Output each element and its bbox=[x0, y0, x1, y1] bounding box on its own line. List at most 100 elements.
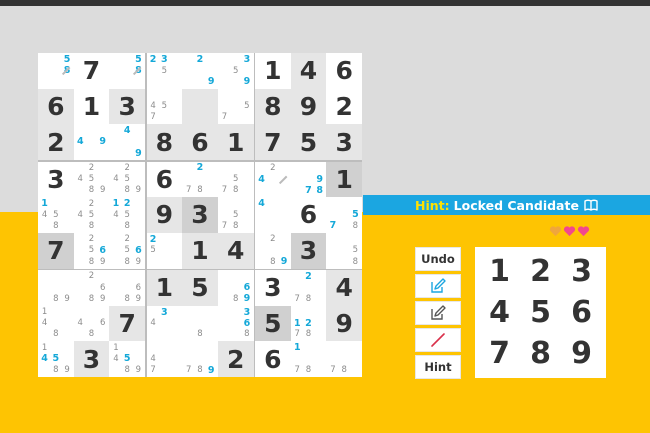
pencil-blue-button[interactable] bbox=[415, 274, 461, 298]
number-key[interactable]: 3 bbox=[561, 251, 602, 292]
number-key[interactable]: 1 bbox=[479, 251, 520, 292]
cell-b9-3[interactable]: 4 bbox=[326, 270, 362, 306]
cell-b9-6[interactable]: 9 bbox=[326, 305, 362, 342]
cell-b7-9[interactable]: 14589 bbox=[109, 341, 145, 377]
book-icon[interactable] bbox=[584, 199, 598, 211]
cell-b5-7[interactable]: 25 bbox=[147, 233, 183, 269]
number-key[interactable]: 5 bbox=[520, 292, 561, 333]
cell-b9-5[interactable]: 1278 bbox=[291, 306, 327, 342]
cell-b7-5[interactable]: 4 68 bbox=[74, 306, 110, 342]
cell-b4-5[interactable]: 2458 bbox=[74, 197, 110, 233]
number-key[interactable]: 4 bbox=[479, 292, 520, 333]
cell-b8-5[interactable]: 8 bbox=[182, 306, 218, 342]
cell-b4-2[interactable]: 24589 bbox=[74, 162, 110, 198]
cell-b1-9[interactable]: 49 bbox=[109, 124, 145, 160]
cell-b7-3[interactable]: 689 bbox=[109, 270, 145, 306]
cell-b6-4[interactable]: 4 bbox=[255, 197, 291, 233]
cell-b6-5[interactable]: 6 bbox=[291, 197, 327, 233]
cell-b6-6[interactable]: 5 7 8 bbox=[326, 197, 362, 233]
cell-b7-4[interactable]: 148 bbox=[38, 306, 74, 342]
candidate-slot bbox=[97, 329, 108, 340]
cell-b3-7[interactable]: 7 bbox=[255, 124, 291, 160]
cell-b2-6[interactable]: 57 bbox=[218, 89, 254, 125]
number-key[interactable]: 8 bbox=[520, 333, 561, 374]
strike-button[interactable] bbox=[415, 328, 461, 352]
cell-b5-8[interactable]: 1 bbox=[182, 232, 218, 269]
cell-b5-3[interactable]: 578 bbox=[218, 162, 254, 198]
cell-b9-1[interactable]: 3 bbox=[255, 270, 291, 306]
cell-b1-6[interactable]: 3 bbox=[109, 88, 145, 125]
cell-b9-4[interactable]: 5 bbox=[255, 305, 291, 342]
cell-b1-3[interactable]: 58 bbox=[109, 53, 145, 89]
cell-b4-8[interactable]: 25689 bbox=[74, 233, 110, 269]
cell-b5-2[interactable]: 278 bbox=[182, 162, 218, 198]
cell-b6-9[interactable]: 58 bbox=[326, 233, 362, 269]
cell-b2-9[interactable]: 1 bbox=[217, 124, 254, 160]
cell-b2-4[interactable]: 457 bbox=[147, 89, 183, 125]
cell-b4-7[interactable]: 7 bbox=[38, 232, 74, 269]
cell-b9-9[interactable]: 78 bbox=[326, 341, 362, 377]
cell-b4-1[interactable]: 3 bbox=[38, 162, 74, 198]
candidate-note: 1 bbox=[41, 342, 48, 353]
cell-b3-6[interactable]: 2 bbox=[326, 89, 362, 125]
cell-b8-1[interactable]: 1 bbox=[146, 270, 183, 306]
cell-b3-5[interactable]: 9 bbox=[290, 88, 327, 125]
cell-b8-8[interactable]: 789 bbox=[182, 341, 218, 377]
cell-b4-3[interactable]: 24589 bbox=[109, 162, 145, 198]
cell-b3-1[interactable]: 1 bbox=[255, 53, 291, 89]
cell-b5-4[interactable]: 9 bbox=[146, 197, 183, 233]
number-key[interactable]: 2 bbox=[520, 251, 561, 292]
cell-b2-2[interactable]: 29 bbox=[182, 53, 218, 89]
cell-b9-2[interactable]: 278 bbox=[291, 270, 327, 306]
cell-b8-9[interactable]: 2 bbox=[217, 341, 254, 377]
cell-b1-5[interactable]: 1 bbox=[74, 89, 110, 125]
cell-b8-7[interactable]: 47 bbox=[147, 341, 183, 377]
cell-b4-6[interactable]: 12458 bbox=[109, 197, 145, 233]
cell-b2-3[interactable]: 359 bbox=[218, 53, 254, 89]
cell-b1-4[interactable]: 6 bbox=[38, 88, 74, 125]
cell-b8-6[interactable]: 368 bbox=[218, 306, 254, 342]
candidate-note: 7 bbox=[294, 293, 300, 304]
cell-b2-8[interactable]: 6 bbox=[182, 124, 218, 160]
cell-b4-9[interactable]: 25689 bbox=[109, 233, 145, 269]
cell-b3-3[interactable]: 6 bbox=[326, 53, 362, 89]
cell-b1-1[interactable]: 58 bbox=[38, 53, 74, 89]
cell-b1-8[interactable]: 49 bbox=[74, 124, 110, 160]
cell-b7-1[interactable]: 89 bbox=[38, 270, 74, 306]
cell-b7-8[interactable]: 3 bbox=[73, 341, 110, 377]
number-key[interactable]: 9 bbox=[561, 333, 602, 374]
cell-b8-3[interactable]: 689 bbox=[218, 270, 254, 306]
cell-b5-9[interactable]: 4 bbox=[217, 232, 254, 269]
cell-b6-1[interactable]: 24 bbox=[255, 162, 291, 198]
cell-b3-4[interactable]: 8 bbox=[255, 88, 291, 125]
pencil-gray-button[interactable] bbox=[415, 301, 461, 325]
cell-b9-7[interactable]: 6 bbox=[255, 341, 291, 377]
cell-b2-5[interactable] bbox=[182, 88, 218, 125]
cell-b8-2[interactable]: 5 bbox=[182, 270, 218, 306]
cell-b7-2[interactable]: 2689 bbox=[74, 270, 110, 306]
cell-b5-5[interactable]: 3 bbox=[182, 197, 218, 233]
cell-b8-4[interactable]: 34 bbox=[147, 306, 183, 342]
cell-b7-6[interactable]: 7 bbox=[109, 305, 145, 342]
candidate-grid: 58 bbox=[110, 54, 144, 88]
cell-b9-8[interactable]: 1 78 bbox=[291, 341, 327, 377]
cell-b2-7[interactable]: 8 bbox=[146, 124, 183, 160]
cell-b3-2[interactable]: 4 bbox=[290, 53, 327, 89]
cell-b2-1[interactable]: 235 bbox=[147, 53, 183, 89]
number-key[interactable]: 7 bbox=[479, 333, 520, 374]
cell-b6-7[interactable]: 2 89 bbox=[255, 233, 291, 269]
cell-b3-8[interactable]: 5 bbox=[290, 124, 327, 160]
number-key[interactable]: 6 bbox=[561, 292, 602, 333]
cell-b4-4[interactable]: 1458 bbox=[38, 197, 74, 233]
cell-b6-8[interactable]: 3 bbox=[290, 232, 327, 269]
undo-button[interactable]: Undo bbox=[415, 247, 461, 271]
hint-button[interactable]: Hint bbox=[415, 355, 461, 379]
cell-b7-7[interactable]: 14589 bbox=[38, 341, 74, 377]
cell-b5-1[interactable]: 6 bbox=[147, 162, 183, 198]
cell-b6-2[interactable]: 978 bbox=[291, 162, 327, 198]
cell-b6-3[interactable]: 1 bbox=[326, 161, 362, 198]
cell-b1-2[interactable]: 7 bbox=[74, 53, 110, 89]
cell-b5-6[interactable]: 578 bbox=[218, 197, 254, 233]
cell-b1-7[interactable]: 2 bbox=[38, 124, 74, 160]
cell-b3-9[interactable]: 3 bbox=[326, 124, 362, 160]
